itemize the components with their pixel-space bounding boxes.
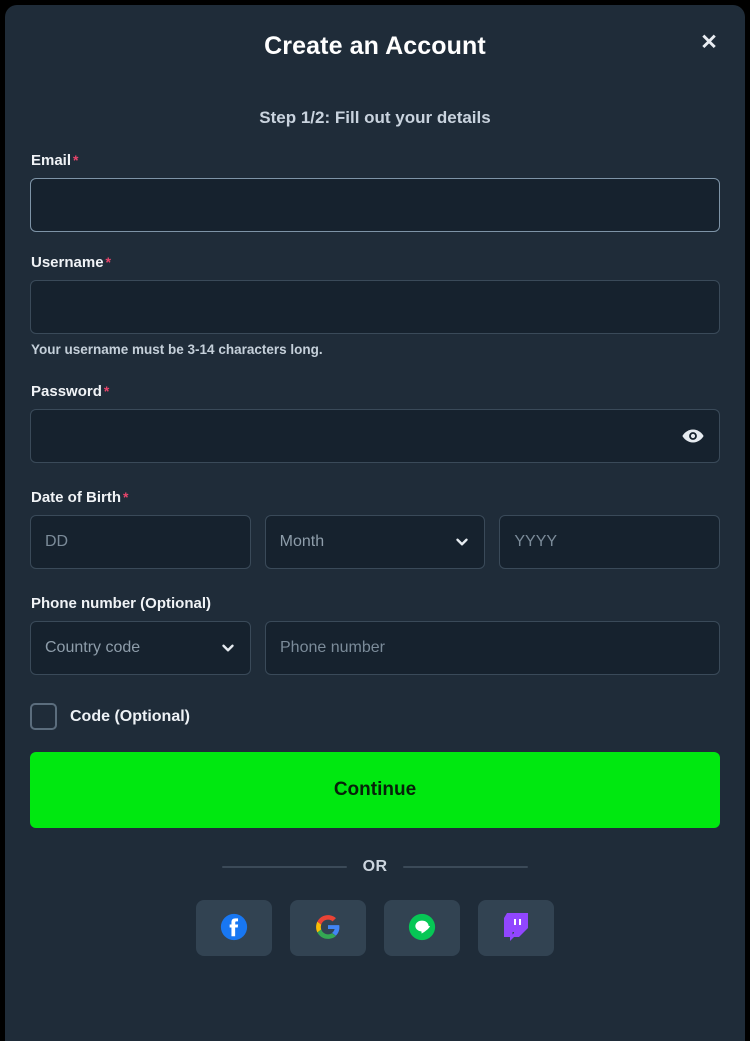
- page-title: Create an Account: [264, 32, 486, 60]
- country-code-select-wrapper: Country code: [30, 621, 251, 675]
- close-icon[interactable]: ✕: [694, 27, 724, 57]
- dob-year-cell: [499, 515, 721, 569]
- code-checkbox-label[interactable]: Code (Optional): [70, 708, 190, 726]
- twitch-login-button[interactable]: [478, 900, 554, 956]
- create-account-modal: Create an Account ✕ Step 1/2: Fill out y…: [5, 5, 745, 1041]
- username-label-text: Username: [31, 254, 104, 271]
- facebook-icon: [220, 913, 248, 944]
- phone-number-cell: [265, 621, 720, 675]
- facebook-login-button[interactable]: [196, 900, 272, 956]
- code-checkbox[interactable]: [30, 703, 57, 730]
- step-indicator: Step 1/2: Fill out your details: [259, 108, 491, 127]
- required-marker: *: [73, 152, 79, 168]
- email-label-text: Email: [31, 152, 72, 169]
- line-icon: [408, 913, 436, 944]
- twitch-icon: [503, 912, 529, 944]
- email-label: Email *: [31, 152, 720, 169]
- divider-label: OR: [362, 858, 388, 875]
- date-of-birth-label: Date of Birth *: [31, 489, 720, 506]
- required-marker: *: [103, 383, 110, 399]
- phone-number-label: Phone number (Optional): [31, 595, 211, 612]
- username-helper-text: Your username must be 3-14 characters lo…: [31, 342, 323, 357]
- eye-icon[interactable]: [680, 423, 706, 449]
- dob-month-cell: Month: [264, 515, 486, 569]
- dob-year-input[interactable]: [499, 515, 721, 569]
- dob-month-selected-value: Month: [279, 533, 325, 550]
- dob-day-cell: [30, 515, 251, 569]
- phone-number-row: Country code: [30, 621, 720, 675]
- password-field[interactable]: [30, 409, 720, 463]
- modal-header: Create an Account ✕ Step 1/2: Fill out y…: [5, 5, 745, 128]
- username-field[interactable]: [30, 280, 720, 334]
- country-code-select[interactable]: Country code: [30, 621, 251, 675]
- password-input-wrapper: [30, 409, 720, 463]
- date-of-birth-row: Month: [30, 515, 721, 569]
- dob-month-select[interactable]: Month: [264, 515, 486, 569]
- social-login-row: [30, 900, 720, 956]
- continue-button[interactable]: Continue: [30, 752, 720, 828]
- required-marker: *: [123, 489, 129, 505]
- email-field[interactable]: [30, 178, 720, 232]
- google-login-button[interactable]: [290, 900, 366, 956]
- date-of-birth-label-text: Date of Birth: [31, 489, 121, 506]
- password-label-text: Password: [31, 383, 102, 400]
- dob-day-input[interactable]: [30, 515, 251, 569]
- google-icon: [315, 914, 341, 943]
- divider-line-right: [403, 866, 529, 868]
- divider-line-left: [221, 866, 347, 868]
- country-code-selected-value: Country code: [45, 639, 141, 656]
- line-login-button[interactable]: [384, 900, 460, 956]
- username-label: Username *: [31, 254, 720, 271]
- phone-number-input[interactable]: [265, 621, 720, 675]
- dob-month-select-wrapper: Month: [264, 515, 486, 569]
- divider: OR: [30, 858, 720, 876]
- country-code-cell: Country code: [30, 621, 251, 675]
- password-label: Password *: [31, 383, 720, 400]
- signup-form: Email * Username * Your username must be 3…: [5, 97, 745, 956]
- code-checkbox-row[interactable]: Code (Optional): [30, 703, 720, 730]
- required-marker: *: [105, 254, 111, 270]
